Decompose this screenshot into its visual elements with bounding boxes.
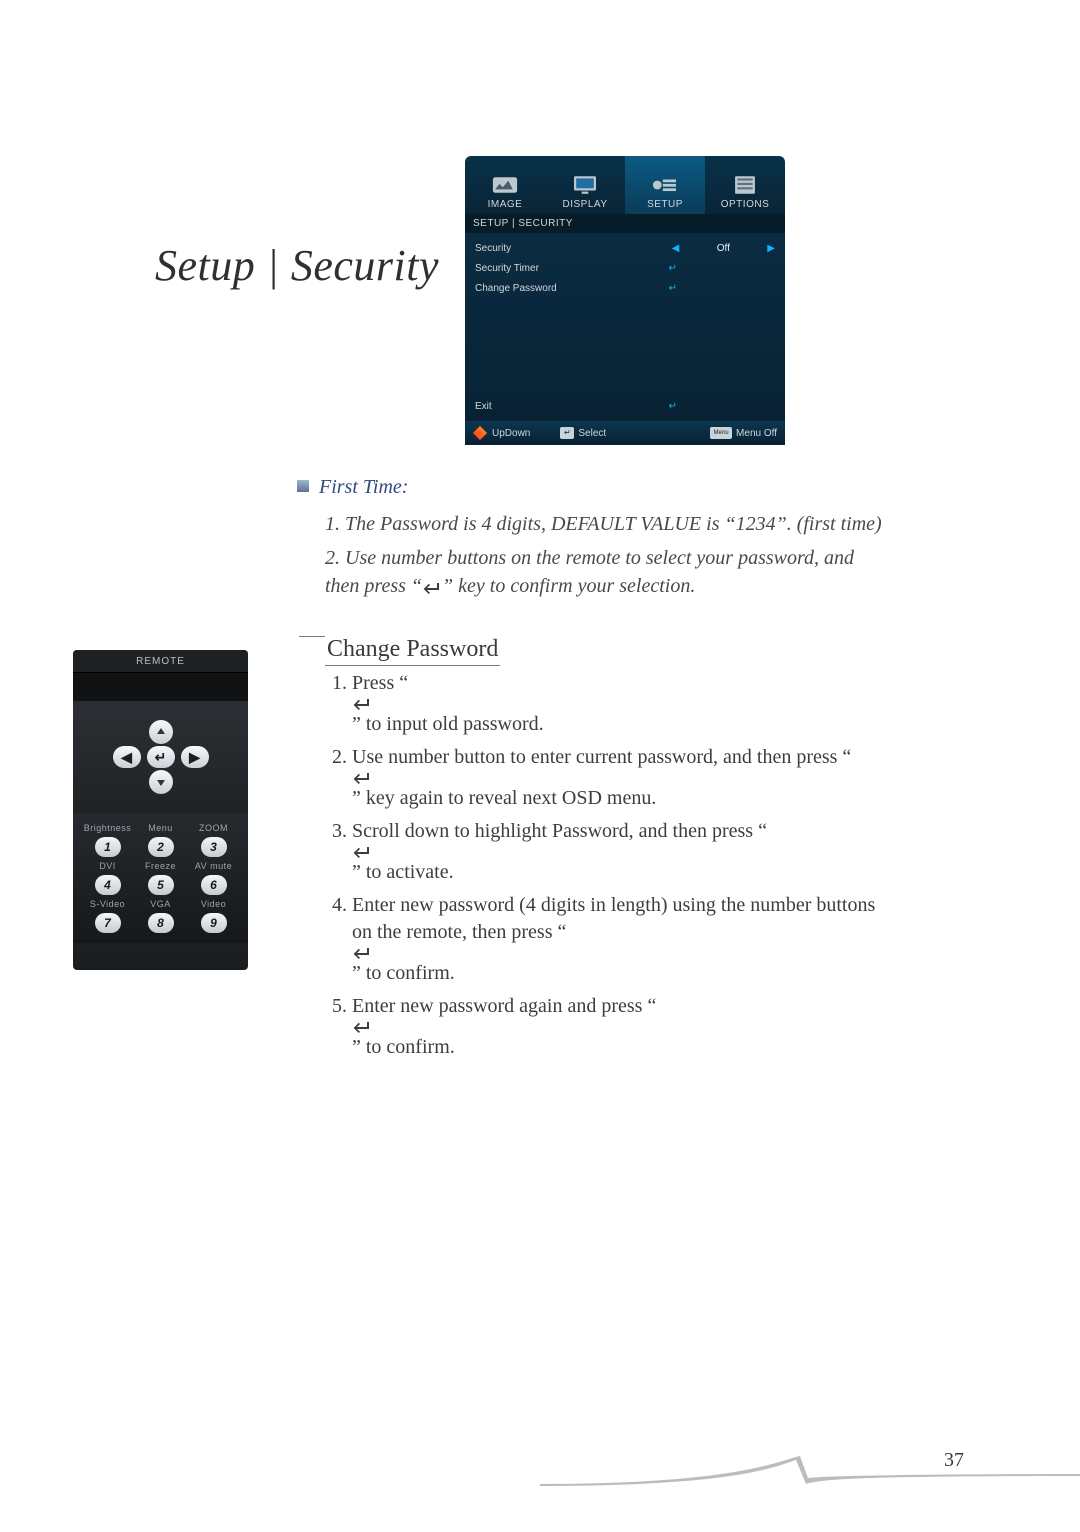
cp-item-2: Use number button to enter current passw… [352,744,886,812]
osd-row-security-timer: Security Timer ↵ [475,259,775,277]
enter-icon: ↵ [669,401,677,412]
first-time-list: 1. The Password is 4 digits, DEFAULT VAL… [325,504,885,600]
remote-num-5: 5 [148,875,174,895]
page-title: Setup | Security [155,240,439,291]
remote-title: REMOTE [73,650,248,673]
osd-tab-options: OPTIONS [705,156,785,214]
change-password-list: Press “” to input old password. Use numb… [326,670,886,1067]
up-button [149,720,173,744]
osd-tab-image: IMAGE [465,156,545,214]
change-password-heading: Change Password [325,636,500,666]
osd-row-change-password: Change Password ↵ [475,279,775,297]
enter-icon [422,581,442,595]
options-icon [731,174,759,196]
down-button [149,770,173,794]
right-arrow-icon: ▶ [767,243,775,254]
enter-icon [352,946,886,960]
remote-num-9: 9 [201,913,227,933]
enter-icon: ↵ [669,263,677,274]
osd-footer: UpDown ↵Select MenuMenu Off [465,421,785,445]
enter-button: ↵ [147,746,175,768]
enter-icon [352,697,886,711]
footer-decoration [540,1450,1080,1490]
remote-dpad: ◀ ↵ ▶ [73,701,248,813]
enter-icon [352,771,886,785]
image-icon [491,174,519,196]
remote-num-8: 8 [148,913,174,933]
enter-icon: ↵ [669,283,677,294]
remote-illustration: REMOTE ◀ ↵ ▶ BrightnessMenuZOOM 123 DVIF… [73,650,248,970]
remote-number-grid: BrightnessMenuZOOM 123 DVIFreezeAV mute … [73,813,248,943]
enter-icon [352,1020,886,1034]
enter-icon [352,845,886,859]
remote-num-2: 2 [148,837,174,857]
first-time-heading: First Time: [297,476,408,499]
osd-tab-display: DISPLAY [545,156,625,214]
remote-num-3: 3 [201,837,227,857]
osd-row-exit: Exit ↵ [475,397,775,415]
enter-key-icon: ↵ [560,427,574,439]
right-button: ▶ [181,746,209,768]
remote-ir-window [73,673,248,701]
left-button: ◀ [113,746,141,768]
remote-num-4: 4 [95,875,121,895]
osd-row-security: Security ◀ Off ▶ [475,239,775,257]
display-icon [571,174,599,196]
first-time-item-1: 1. The Password is 4 digits, DEFAULT VAL… [325,510,885,538]
menu-key-icon: Menu [710,427,732,439]
updown-icon [473,426,487,440]
heading-rule [299,636,325,637]
left-arrow-icon: ◀ [672,243,680,254]
square-bullet-icon [297,480,309,492]
remote-num-6: 6 [201,875,227,895]
cp-item-4: Enter new password (4 digits in length) … [352,892,886,987]
remote-num-1: 1 [95,837,121,857]
osd-menu: IMAGE DISPLAY SETUP OPTIONS SETUP | SECU… [465,156,785,468]
osd-breadcrumb: SETUP | SECURITY [465,214,785,233]
osd-body: Security ◀ Off ▶ Security Timer ↵ Change… [465,233,785,421]
setup-icon [651,174,679,196]
remote-num-7: 7 [95,913,121,933]
osd-tab-setup: SETUP [625,156,705,214]
osd-tab-bar: IMAGE DISPLAY SETUP OPTIONS [465,156,785,214]
cp-item-1: Press “” to input old password. [352,670,886,738]
cp-item-5: Enter new password again and press “” to… [352,993,886,1061]
cp-item-3: Scroll down to highlight Password, and t… [352,818,886,886]
first-time-item-2: 2. Use number buttons on the remote to s… [325,544,885,600]
